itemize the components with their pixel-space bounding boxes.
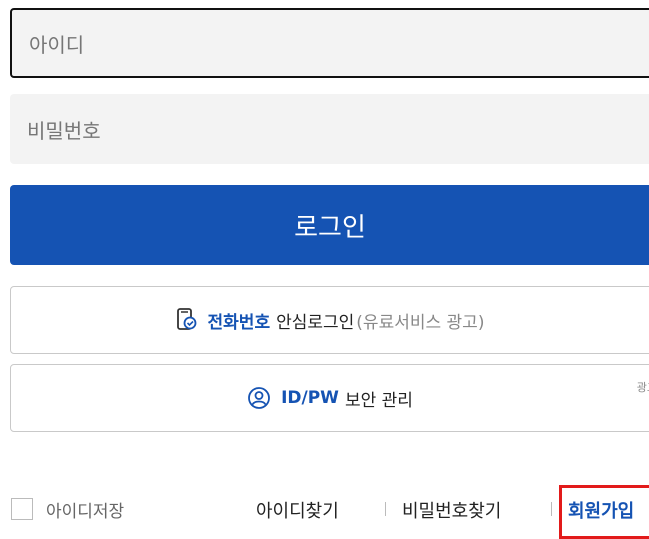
- login-button-label: 로그인: [294, 212, 366, 243]
- signup-link[interactable]: 회원가입: [568, 497, 634, 523]
- find-id-link[interactable]: 아이디찾기: [256, 497, 339, 523]
- remember-id-label[interactable]: 아이디저장: [46, 497, 124, 522]
- phone-shield-icon: [176, 308, 198, 332]
- password-input[interactable]: 비밀번호: [10, 94, 649, 164]
- login-button[interactable]: 로그인: [10, 185, 649, 265]
- divider: [551, 502, 552, 516]
- divider: [385, 502, 386, 516]
- id-input[interactable]: 아이디: [10, 8, 649, 78]
- user-circle-icon: [247, 386, 271, 410]
- phone-login-label: 안심로그인: [276, 312, 355, 333]
- idpw-highlight: ID/PW: [281, 388, 339, 408]
- password-placeholder: 비밀번호: [27, 118, 101, 143]
- remember-id-checkbox[interactable]: [11, 498, 33, 520]
- idpw-label: 보안 관리: [344, 390, 413, 411]
- phone-secure-login-button[interactable]: 전화번호 안심로그인 (유료서비스 광고): [10, 286, 649, 354]
- bottom-links: 아이디저장 아이디찾기 비밀번호찾기 회원가입: [0, 485, 649, 539]
- find-password-link[interactable]: 비밀번호찾기: [402, 497, 501, 523]
- phone-login-highlight: 전화번호: [207, 312, 271, 333]
- ad-tag: 광고: [636, 381, 649, 394]
- idpw-security-button[interactable]: ID/PW 보안 관리 광고: [10, 364, 649, 432]
- id-placeholder: 아이디: [29, 32, 85, 57]
- phone-login-note: (유료서비스 광고): [356, 312, 485, 333]
